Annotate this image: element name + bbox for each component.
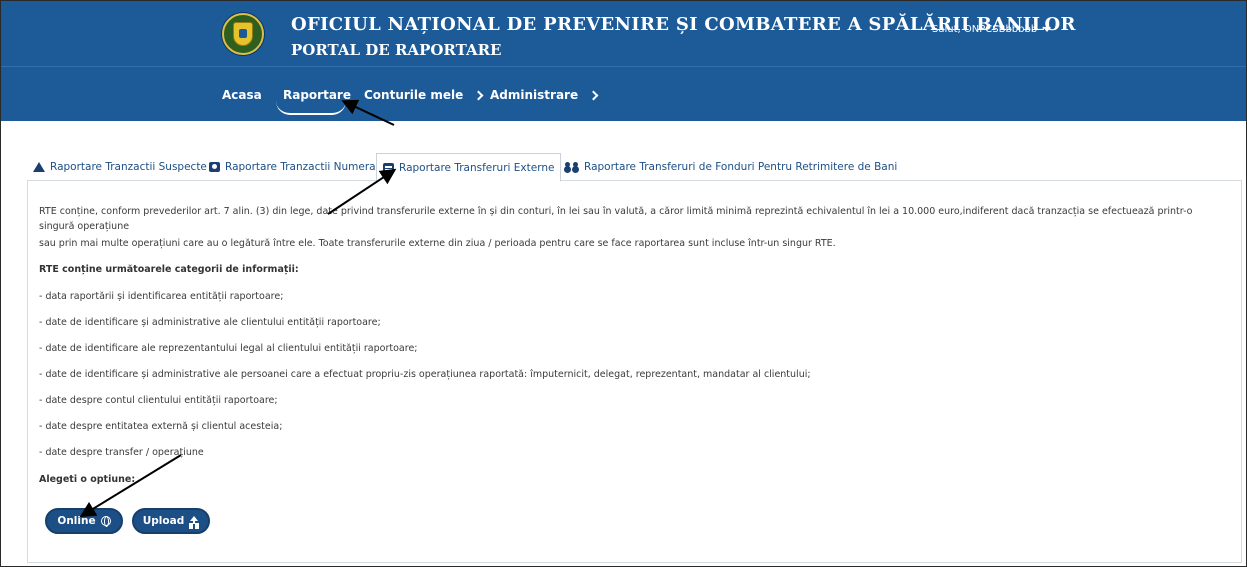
category-item: - date de identificare și administrative… [39,317,381,328]
category-item: - data raportării și identificarea entit… [39,291,284,302]
tab-transferuri-externe[interactable]: Raportare Transferuri Externe [376,153,562,182]
tab-label: Raportare Tranzactii Suspecte [50,161,207,173]
tab-label: Raportare Tranzactii Numerar [225,161,380,173]
money-icon [209,162,220,172]
warning-icon [33,162,45,172]
report-tabs: Raportare Tranzactii Suspecte Raportare … [27,153,1242,182]
nav-item-acasa[interactable]: Acasa [222,88,262,102]
upload-icon [189,516,199,526]
user-greeting: Salut, ONPCSBbbbbb [932,24,1038,35]
intro-text-line: singură operațiune [39,221,130,232]
category-item: - date despre entitatea externă și clien… [39,421,283,432]
main-nav: Acasa Raportare Conturile mele Administr… [1,67,1246,121]
nav-item-raportare[interactable]: Raportare [283,88,351,102]
tab-tranzactii-suspecte[interactable]: Raportare Tranzactii Suspecte [27,153,213,181]
nav-item-administrare[interactable]: Administrare [490,88,599,102]
coat-of-arms-logo [222,13,264,55]
tab-label: Raportare Transferuri Externe [399,161,555,174]
upload-button[interactable]: Upload [132,508,210,534]
nav-item-label: Acasa [222,88,262,102]
nav-item-conturile-mele[interactable]: Conturile mele [364,88,484,102]
app-frame: OFICIUL NAȚIONAL DE PREVENIRE ȘI COMBATE… [0,0,1247,567]
intro-text-line: sau prin mai multe operațiuni care au o … [39,238,836,249]
header-bar: OFICIUL NAȚIONAL DE PREVENIRE ȘI COMBATE… [1,1,1246,67]
upload-button-label: Upload [142,515,185,527]
category-item: - date despre contul clientului entități… [39,395,278,406]
user-menu[interactable]: Salut, ONPCSBbbbbb [932,24,1052,35]
nav-item-label: Conturile mele [364,88,464,102]
category-item: - date despre transfer / operațiune [39,447,204,458]
shield-icon [233,22,253,46]
globe-icon [100,516,111,527]
intro-text-line: RTE conține, conform prevederilor art. 7… [39,206,1193,217]
choose-option-label: Alegeti o optiune: [39,474,136,485]
nav-item-label: Raportare [283,88,351,102]
card-icon [383,162,394,173]
categories-heading: RTE conține următoarele categorii de inf… [39,264,299,275]
chevron-right-icon [473,90,484,100]
online-button[interactable]: Online [45,508,123,534]
category-item: - date de identificare ale reprezentantu… [39,343,418,354]
site-subtitle: PORTAL DE RAPORTARE [291,41,502,59]
category-item: - date de identificare și administrative… [39,369,811,380]
caret-down-icon [1043,27,1052,32]
tab-tranzactii-numerar[interactable]: Raportare Tranzactii Numerar [203,153,386,181]
tab-transferuri-fonduri[interactable]: Raportare Transferuri de Fonduri Pentru … [559,153,903,181]
nav-item-label: Administrare [490,88,579,102]
chevron-right-icon [588,90,599,100]
people-transfer-icon [565,162,579,172]
online-button-label: Online [57,515,96,527]
tab-label: Raportare Transferuri de Fonduri Pentru … [584,161,898,173]
